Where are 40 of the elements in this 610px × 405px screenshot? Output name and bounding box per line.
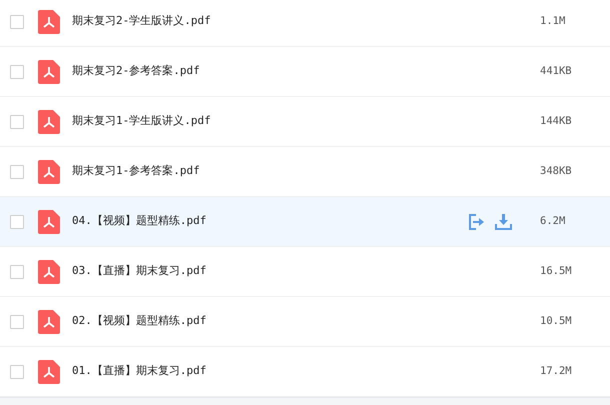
move-icon[interactable] [469,214,485,230]
pdf-file-icon [38,360,60,384]
file-name[interactable]: 期末复习1-参考答案.pdf [72,163,540,180]
file-row[interactable]: 期末复习1-学生版讲义.pdf 144KB [0,97,610,147]
file-name[interactable]: 期末复习1-学生版讲义.pdf [72,113,540,130]
file-size: 348KB [540,164,573,179]
checkbox[interactable] [10,214,24,228]
checkbox[interactable] [10,114,24,128]
checkbox[interactable] [10,64,24,78]
file-row[interactable]: 02.【视频】题型精练.pdf 10.5M [0,297,610,347]
file-row[interactable]: 期末复习2-学生版讲义.pdf 1.1M [0,0,610,47]
file-size: 16.5M [540,264,573,279]
file-row[interactable]: 03.【直播】期末复习.pdf 16.5M [0,247,610,297]
pdf-file-icon [38,10,60,34]
checkbox[interactable] [10,314,24,328]
checkbox[interactable] [10,164,24,178]
file-name[interactable]: 01.【直播】期末复习.pdf [72,363,540,380]
file-size: 144KB [540,114,573,129]
file-name[interactable]: 期末复习2-参考答案.pdf [72,63,540,80]
file-name[interactable]: 03.【直播】期末复习.pdf [72,263,540,280]
file-row[interactable]: 04.【视频】题型精练.pdf 6.2M [0,197,610,247]
file-name[interactable]: 期末复习2-学生版讲义.pdf [72,13,540,30]
checkbox[interactable] [10,264,24,278]
pdf-file-icon [38,160,60,184]
download-icon[interactable] [495,214,512,230]
pdf-file-icon [38,60,60,84]
file-size: 441KB [540,64,573,79]
file-row[interactable]: 期末复习2-参考答案.pdf 441KB [0,47,610,97]
pdf-file-icon [38,260,60,284]
file-name[interactable]: 02.【视频】题型精练.pdf [72,313,540,330]
checkbox[interactable] [10,364,24,378]
file-size: 10.5M [540,314,573,329]
file-size: 17.2M [540,364,573,379]
file-size: 6.2M [540,214,566,229]
checkbox[interactable] [10,14,24,28]
pdf-file-icon [38,110,60,134]
file-name[interactable]: 04.【视频】题型精练.pdf [72,213,469,230]
file-size: 1.1M [540,14,566,29]
pdf-file-icon [38,210,60,234]
pdf-file-icon [38,310,60,334]
